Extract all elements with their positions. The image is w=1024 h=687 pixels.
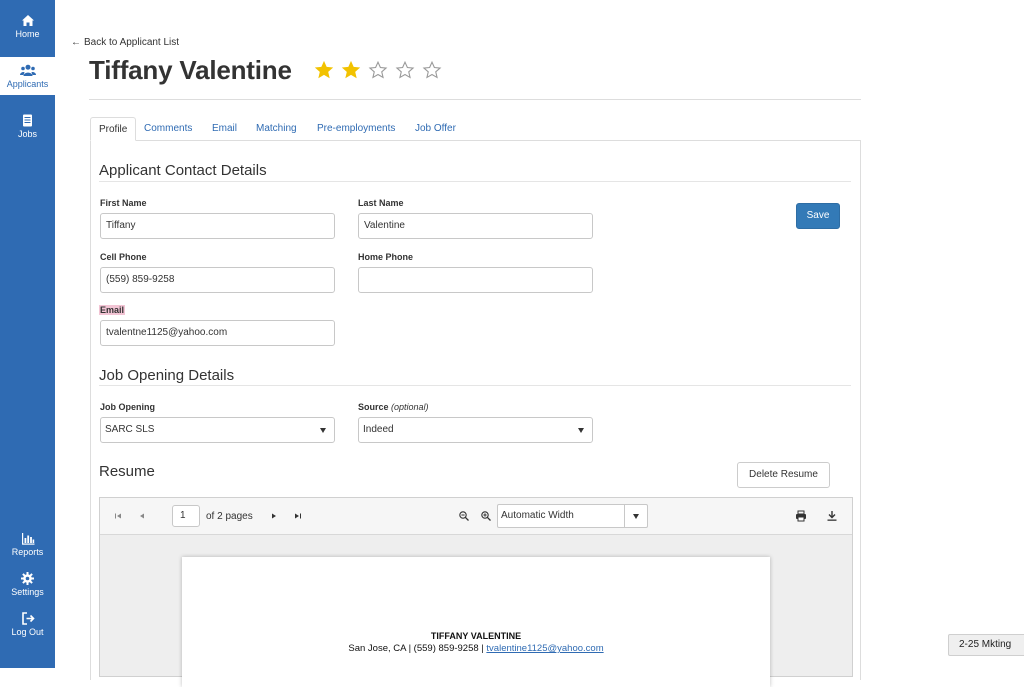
job-opening-select[interactable]: SARC SLS [100, 417, 335, 443]
star-empty-icon[interactable] [367, 59, 389, 81]
star-empty-icon[interactable] [421, 59, 443, 81]
job-opening-label: Job Opening [100, 402, 155, 412]
sidebar: Home Applicants Jobs Reports Settings Lo… [0, 0, 55, 668]
resume-heading: Resume [99, 463, 155, 480]
save-button[interactable]: Save [796, 203, 840, 229]
divider [99, 181, 851, 182]
pdf-viewer: 1 of 2 pages Automatic Width TIFFANY VAL… [99, 497, 853, 687]
source-value: Indeed [363, 424, 394, 435]
caret-down-icon [320, 428, 326, 433]
star-filled-icon[interactable] [313, 59, 335, 81]
cell-phone-label: Cell Phone [100, 252, 147, 262]
sidebar-item-home[interactable]: Home [0, 14, 55, 40]
caret-down-icon [633, 514, 639, 519]
cell-phone-field[interactable]: (559) 859-9258 [100, 267, 335, 293]
star-empty-icon[interactable] [394, 59, 416, 81]
previous-page-icon[interactable] [136, 510, 148, 522]
page-number-input[interactable]: 1 [172, 505, 200, 527]
tab-email[interactable]: Email [204, 117, 245, 141]
divider [99, 385, 851, 386]
back-link[interactable]: ← Back to Applicant List [71, 37, 179, 48]
resume-contact-text: San Jose, CA | (559) 859-9258 | [348, 643, 487, 654]
zoom-value: Automatic Width [501, 510, 574, 521]
sidebar-item-label: Applicants [6, 79, 49, 89]
sidebar-item-label: Settings [11, 587, 44, 597]
bar-chart-icon [21, 533, 34, 545]
sidebar-item-label: Jobs [17, 129, 37, 139]
job-opening-value: SARC SLS [105, 424, 155, 435]
tab-comments[interactable]: Comments [136, 117, 200, 141]
contact-heading: Applicant Contact Details [99, 162, 267, 179]
last-name-field[interactable]: Valentine [358, 213, 593, 239]
sidebar-item-reports[interactable]: Reports [0, 533, 55, 558]
page-count: of 2 pages [206, 511, 253, 522]
resume-email-link[interactable]: tvalentine1125@yahoo.com [486, 643, 603, 654]
zoom-select[interactable]: Automatic Width [497, 504, 648, 528]
sidebar-item-label: Reports [11, 547, 44, 557]
home-phone-label: Home Phone [358, 252, 414, 262]
home-icon [21, 15, 34, 26]
email-field[interactable]: tvalentne1125@yahoo.com [100, 320, 335, 346]
zoom-out-icon[interactable] [458, 510, 470, 522]
gear-icon [21, 572, 34, 585]
tooltip: 2-25 Mkting [948, 634, 1024, 656]
sidebar-item-jobs[interactable]: Jobs [0, 114, 55, 140]
star-filled-icon[interactable] [340, 59, 362, 81]
delete-resume-button[interactable]: Delete Resume [737, 462, 830, 488]
sidebar-item-logout[interactable]: Log Out [0, 612, 55, 638]
next-page-icon[interactable] [268, 510, 280, 522]
first-page-icon[interactable] [112, 510, 124, 522]
resume-contact: San Jose, CA | (559) 859-9258 | tvalenti… [182, 643, 770, 654]
divider [624, 505, 625, 527]
document-icon [23, 114, 32, 127]
last-page-icon[interactable] [292, 510, 304, 522]
first-name-label: First Name [100, 198, 147, 208]
job-opening-heading: Job Opening Details [99, 367, 235, 384]
email-label: Email [99, 305, 126, 315]
zoom-in-icon[interactable] [480, 510, 492, 522]
source-label: Source (optional) [358, 402, 429, 412]
pdf-toolbar: 1 of 2 pages Automatic Width [100, 498, 852, 535]
home-phone-field[interactable] [358, 267, 593, 293]
optional-hint: (optional) [391, 402, 429, 412]
download-icon[interactable] [826, 510, 838, 522]
tab-matching[interactable]: Matching [248, 117, 305, 141]
print-icon[interactable] [795, 510, 807, 522]
resume-name: TIFFANY VALENTINE [430, 631, 522, 641]
tab-profile[interactable]: Profile [90, 117, 137, 141]
sidebar-item-label: Log Out [11, 627, 44, 637]
tab-job-offer[interactable]: Job Offer [407, 117, 464, 141]
tab-pre-employments[interactable]: Pre-employments [309, 117, 403, 141]
source-select[interactable]: Indeed [358, 417, 593, 443]
logout-icon [21, 612, 35, 625]
back-link-label: Back to Applicant List [84, 37, 180, 48]
first-name-field[interactable]: Tiffany [100, 213, 335, 239]
arrow-left-icon: ← [71, 37, 81, 48]
divider [89, 99, 861, 100]
page-title: Tiffany Valentine [89, 55, 292, 85]
last-name-label: Last Name [358, 198, 404, 208]
sidebar-item-label: Home [15, 29, 40, 39]
sidebar-item-applicants[interactable]: Applicants [0, 57, 55, 95]
sidebar-item-settings[interactable]: Settings [0, 572, 55, 598]
caret-down-icon [578, 428, 584, 433]
users-icon [19, 64, 36, 76]
main-content: ← Back to Applicant List Tiffany Valentin… [55, 0, 1024, 687]
